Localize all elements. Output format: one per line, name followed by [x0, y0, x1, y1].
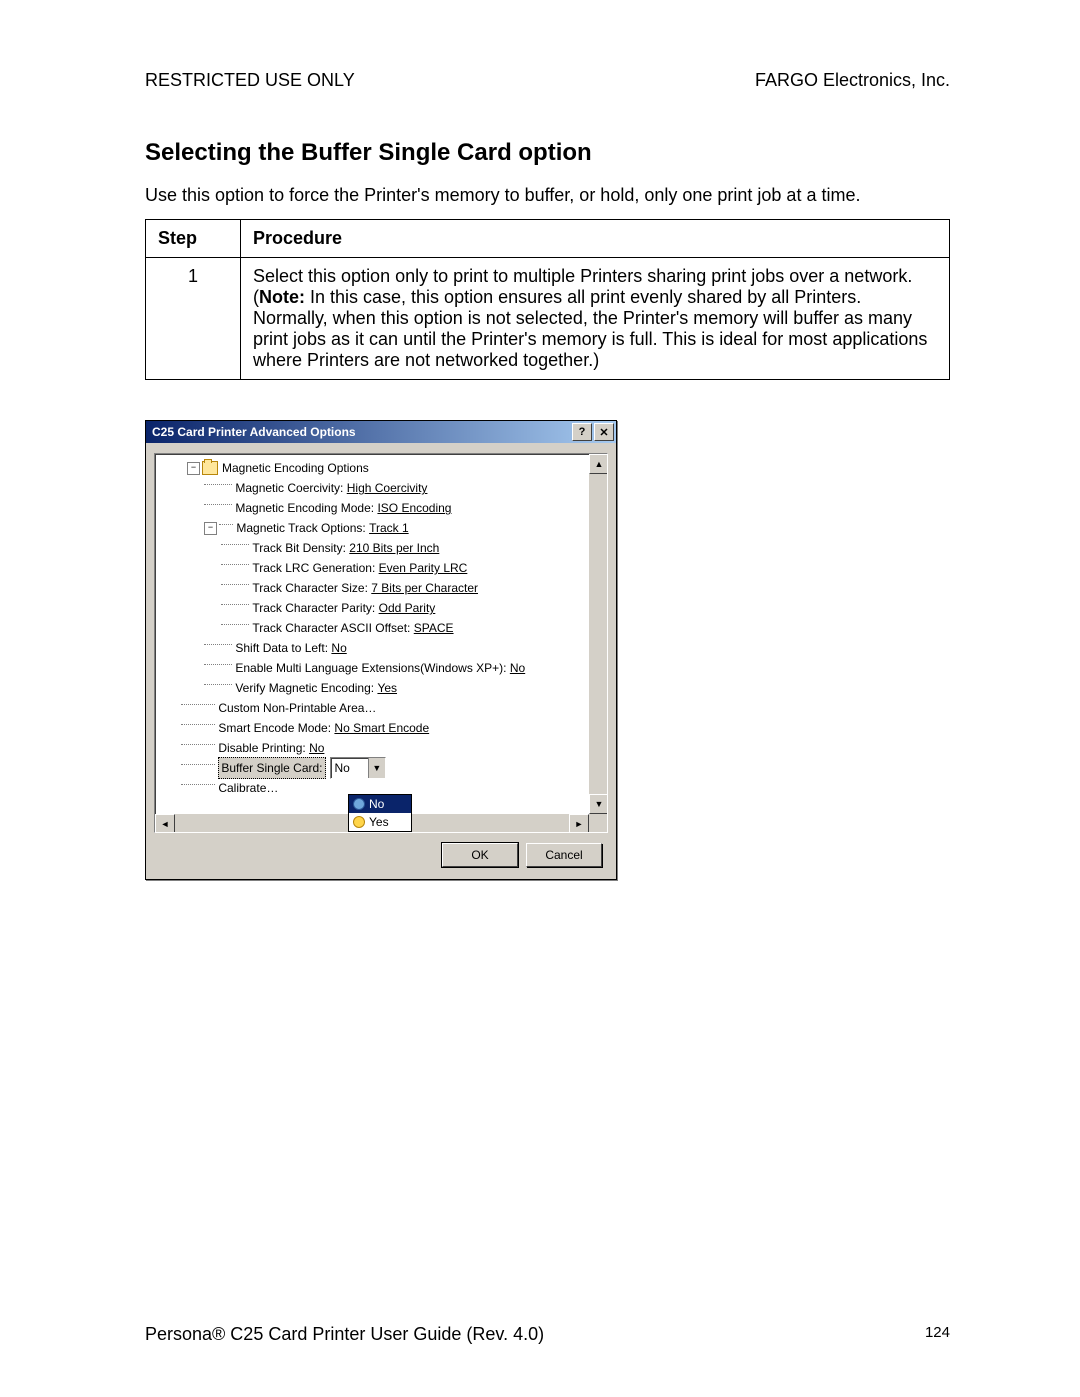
dialog-title: C25 Card Printer Advanced Options: [148, 425, 570, 439]
close-button[interactable]: ✕: [594, 423, 614, 441]
section-title: Selecting the Buffer Single Card option: [145, 139, 950, 167]
tree-item[interactable]: Track Character ASCII Offset: SPACE: [159, 618, 607, 638]
options-tree[interactable]: − Magnetic Encoding Options Magnetic Coe…: [154, 453, 608, 833]
folder-icon: [202, 461, 218, 475]
tree-item[interactable]: Enable Multi Language Extensions(Windows…: [159, 658, 607, 678]
table-header-row: Step Procedure: [146, 220, 950, 258]
scroll-up-icon[interactable]: ▲: [589, 454, 608, 474]
page-header: RESTRICTED USE ONLY FARGO Electronics, I…: [145, 70, 950, 91]
vertical-scrollbar[interactable]: ▲ ▼: [589, 454, 607, 814]
tree-item[interactable]: Verify Magnetic Encoding: Yes: [159, 678, 607, 698]
footer-left: Persona® C25 Card Printer User Guide (Re…: [145, 1324, 544, 1345]
dialog-button-row: OK Cancel: [154, 833, 608, 877]
tree-item[interactable]: − Magnetic Track Options: Track 1: [159, 518, 607, 538]
tree-item-buffer-single-card[interactable]: Buffer Single Card: No ▼: [159, 758, 607, 778]
chevron-down-icon[interactable]: ▼: [368, 758, 385, 778]
scroll-left-icon[interactable]: ◄: [155, 814, 175, 833]
advanced-options-dialog: C25 Card Printer Advanced Options ? ✕ − …: [145, 420, 617, 880]
ok-button[interactable]: OK: [442, 843, 518, 867]
tree-item[interactable]: Smart Encode Mode: No Smart Encode: [159, 718, 607, 738]
document-page: RESTRICTED USE ONLY FARGO Electronics, I…: [0, 0, 1080, 1397]
scrollbar-corner: [589, 814, 607, 832]
tree-item[interactable]: Track LRC Generation: Even Parity LRC: [159, 558, 607, 578]
lightbulb-on-icon: [353, 816, 365, 828]
table-row: 1 Select this option only to print to mu…: [146, 258, 950, 380]
tree-item[interactable]: Track Character Parity: Odd Parity: [159, 598, 607, 618]
dialog-titlebar[interactable]: C25 Card Printer Advanced Options ? ✕: [146, 421, 616, 443]
tree-item[interactable]: Magnetic Coercivity: High Coercivity: [159, 478, 607, 498]
tree-item[interactable]: Track Character Size: 7 Bits per Charact…: [159, 578, 607, 598]
tree-item[interactable]: Shift Data to Left: No: [159, 638, 607, 658]
scroll-down-icon[interactable]: ▼: [589, 794, 608, 814]
dialog-screenshot: C25 Card Printer Advanced Options ? ✕ − …: [145, 420, 617, 880]
dialog-body: − Magnetic Encoding Options Magnetic Coe…: [146, 443, 616, 879]
page-footer: Persona® C25 Card Printer User Guide (Re…: [145, 1324, 950, 1345]
step-number: 1: [146, 258, 241, 380]
help-button[interactable]: ?: [572, 423, 592, 441]
intro-text: Use this option to force the Printer's m…: [145, 183, 950, 207]
combo-value: No: [331, 758, 368, 778]
collapse-icon[interactable]: −: [187, 462, 200, 475]
buffer-single-card-combo[interactable]: No ▼: [330, 757, 386, 779]
collapse-icon[interactable]: −: [204, 522, 217, 535]
dropdown-option-no[interactable]: No: [349, 795, 411, 813]
col-procedure: Procedure: [241, 220, 950, 258]
cancel-button[interactable]: Cancel: [526, 843, 602, 867]
tree-item[interactable]: Track Bit Density: 210 Bits per Inch: [159, 538, 607, 558]
procedure-table: Step Procedure 1 Select this option only…: [145, 219, 950, 380]
tree-item[interactable]: Custom Non-Printable Area…: [159, 698, 607, 718]
tree-root[interactable]: − Magnetic Encoding Options: [159, 458, 607, 478]
combo-dropdown[interactable]: No Yes: [348, 794, 412, 832]
note-label: Note:: [259, 287, 305, 307]
lightbulb-off-icon: [353, 798, 365, 810]
selected-tree-label: Buffer Single Card:: [218, 757, 325, 779]
header-right: FARGO Electronics, Inc.: [755, 70, 950, 91]
tree-item[interactable]: Disable Printing: No: [159, 738, 607, 758]
header-left: RESTRICTED USE ONLY: [145, 70, 355, 91]
tree-item[interactable]: Magnetic Encoding Mode: ISO Encoding: [159, 498, 607, 518]
scroll-right-icon[interactable]: ►: [569, 814, 589, 833]
page-number: 124: [925, 1324, 950, 1345]
procedure-text: Select this option only to print to mult…: [241, 258, 950, 380]
dropdown-option-yes[interactable]: Yes: [349, 813, 411, 831]
tree-root-label: Magnetic Encoding Options: [222, 458, 369, 478]
col-step: Step: [146, 220, 241, 258]
